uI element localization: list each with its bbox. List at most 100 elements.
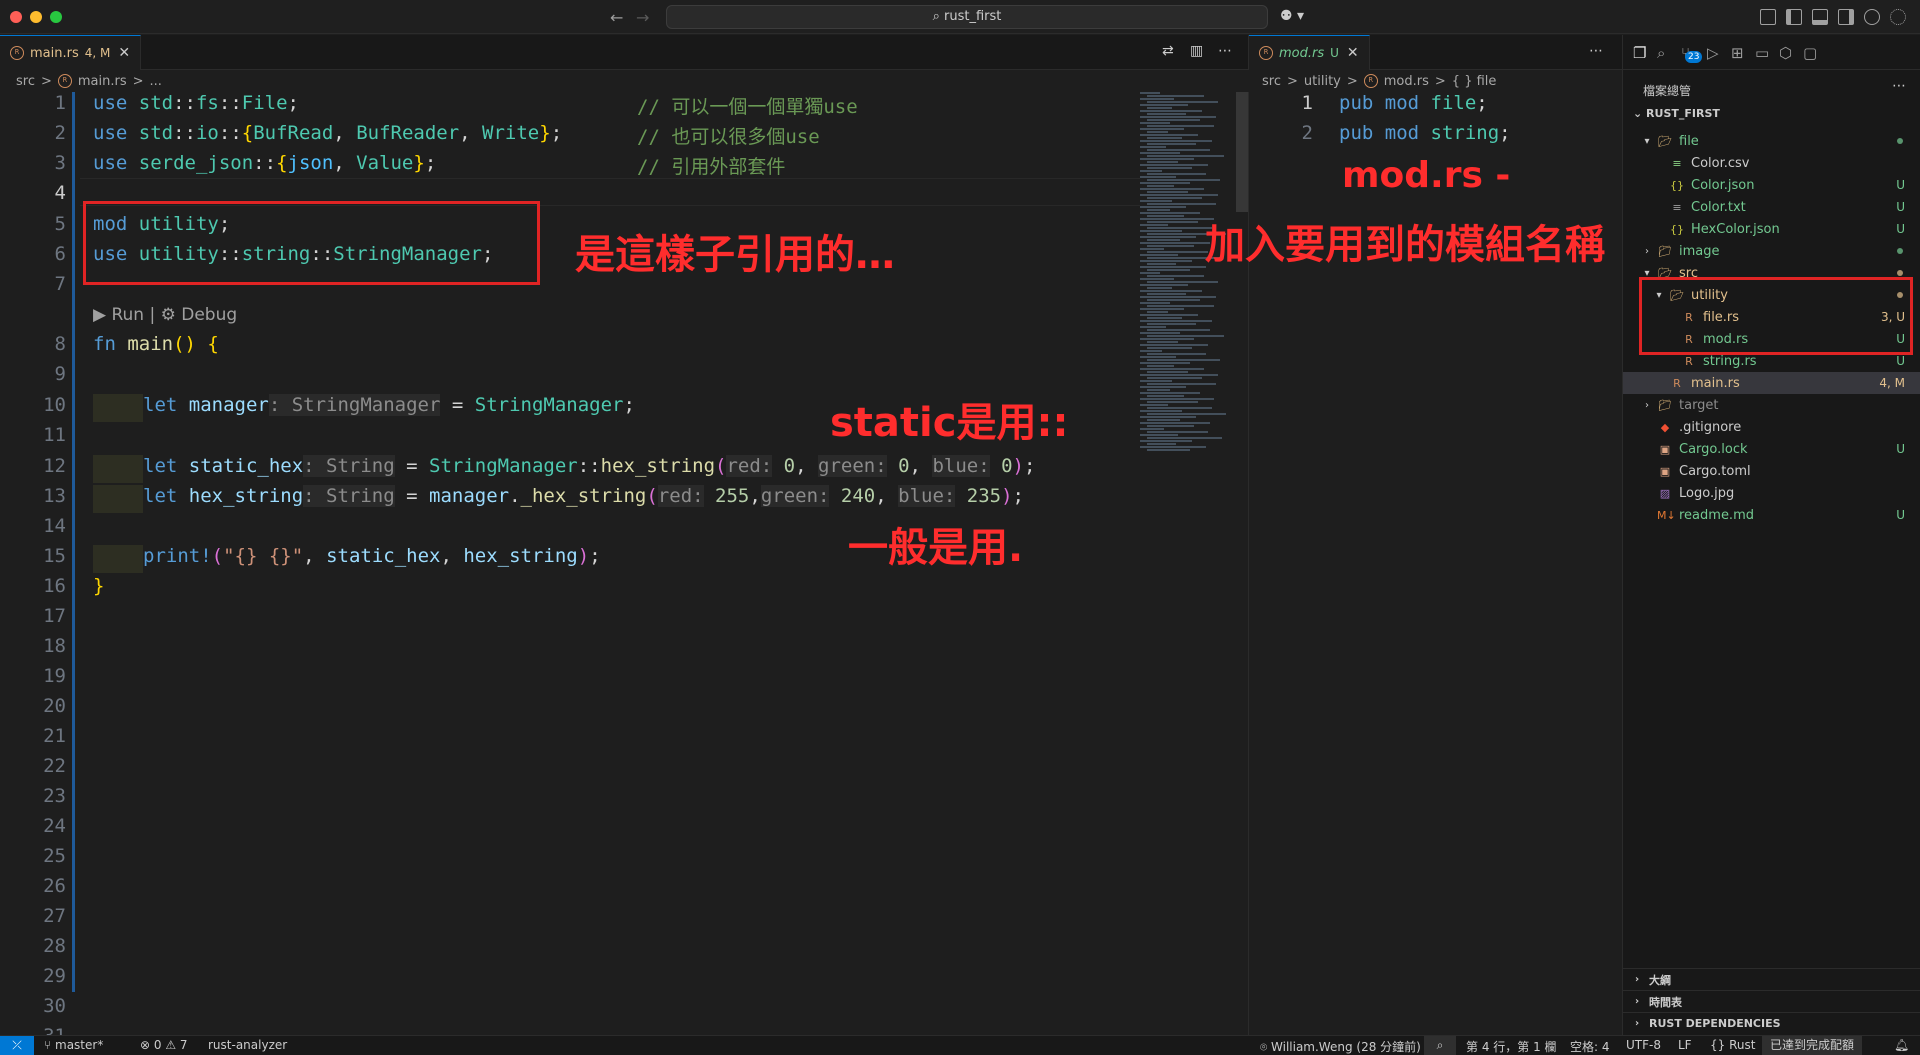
code-line-10: let manager: StringManager = StringManag… xyxy=(143,394,635,416)
minimap-line xyxy=(1140,440,1192,442)
minimap-line xyxy=(1140,164,1208,166)
file-item[interactable]: ▨ Logo.jpg xyxy=(1623,482,1920,504)
minimap-line xyxy=(1140,416,1196,418)
extensions-icon[interactable]: ⊞ xyxy=(1731,44,1744,62)
branch-indicator[interactable]: ⑂ master* xyxy=(44,1038,103,1052)
rust-file-icon: R xyxy=(10,46,24,60)
rust-file-icon: R xyxy=(57,74,72,88)
folder-item[interactable]: › 📁︎ image xyxy=(1623,240,1920,262)
arrow-left-icon[interactable]: ← xyxy=(610,8,623,27)
git-status-badge: U xyxy=(1896,178,1905,192)
breadcrumb-item[interactable]: utility xyxy=(1304,74,1341,89)
bell-icon[interactable]: 🔔︎ xyxy=(1894,1038,1909,1052)
window-minimize-button[interactable] xyxy=(30,11,42,23)
more-actions-icon[interactable]: ⋯ xyxy=(1218,43,1232,59)
containers-icon[interactable]: ⬡ xyxy=(1779,44,1792,62)
section-rust-dependencies[interactable]: › RUST DEPENDENCIES xyxy=(1623,1012,1920,1034)
git-modified-gutter xyxy=(72,92,75,992)
project-header[interactable]: ⌄ RUST_FIRST xyxy=(1633,107,1720,120)
end-of-line[interactable]: LF xyxy=(1678,1038,1692,1052)
minimap-line xyxy=(1147,413,1226,415)
zoom-icon[interactable]: ⌕ xyxy=(1424,1036,1456,1055)
close-icon[interactable]: ✕ xyxy=(1347,45,1359,61)
file-item[interactable]: ▣ Cargo.toml xyxy=(1623,460,1920,482)
minimap-line xyxy=(1147,179,1220,181)
breadcrumb-item[interactable]: mod.rs xyxy=(1384,74,1429,89)
minimap-line xyxy=(1140,338,1194,340)
rust-analyzer-status[interactable]: rust-analyzer xyxy=(208,1038,287,1052)
tree-item-label: readme.md xyxy=(1679,507,1754,523)
git-blame[interactable]: ⌾ William.Weng (28 分鐘前) xyxy=(1260,1038,1421,1055)
more-actions-icon[interactable]: ⋯ xyxy=(1892,78,1906,94)
section-outline[interactable]: › 大綱 xyxy=(1623,968,1920,990)
toggle-primary-sidebar-icon[interactable] xyxy=(1786,9,1802,25)
minimap-line xyxy=(1147,203,1216,205)
file-item[interactable]: ≡ Color.csv xyxy=(1623,152,1920,174)
compare-icon[interactable]: ⇄ xyxy=(1162,43,1174,59)
copilot-quota-status[interactable]: 已達到完成配額 xyxy=(1762,1036,1863,1055)
split-editor-icon[interactable]: ▥ xyxy=(1190,43,1203,59)
customize-layout-icon[interactable] xyxy=(1760,9,1776,25)
run-debug-icon[interactable]: ▷ xyxy=(1707,44,1719,62)
search-icon[interactable]: ⌕ xyxy=(1657,44,1665,62)
cursor-position[interactable]: 第 4 行，第 1 欄 xyxy=(1466,1038,1557,1055)
file-item[interactable]: ▣ Cargo.lock U xyxy=(1623,438,1920,460)
folder-item[interactable]: › 📁︎ target xyxy=(1623,394,1920,416)
tab-mod-rs[interactable]: R mod.rs U ✕ xyxy=(1249,35,1370,70)
minimap-line xyxy=(1140,332,1180,334)
git-status-badge: U xyxy=(1896,200,1905,214)
gear-icon[interactable] xyxy=(1890,9,1906,25)
minimap-line xyxy=(1140,188,1204,190)
tab-main-rs[interactable]: R main.rs 4, M ✕ xyxy=(0,35,142,70)
remote-explorer-icon[interactable]: ▭ xyxy=(1755,44,1769,62)
code-line-13: let hex_string: String = manager._hex_st… xyxy=(143,485,1024,507)
explorer-icon[interactable]: ❐ xyxy=(1633,44,1646,62)
indentation[interactable]: 空格: 4 xyxy=(1570,1038,1610,1055)
account-icon[interactable] xyxy=(1864,9,1880,25)
breadcrumb-item[interactable]: { } file xyxy=(1452,74,1497,89)
line-number: 9 xyxy=(54,363,66,385)
line-number: 14 xyxy=(43,515,66,537)
file-item[interactable]: Rmain.rs 4, M xyxy=(1623,372,1920,394)
remote-indicator-icon[interactable]: ⤫ xyxy=(0,1036,34,1055)
file-item[interactable]: ◆ .gitignore xyxy=(1623,416,1920,438)
breadcrumb-item[interactable]: ... xyxy=(150,74,162,89)
minimap-line xyxy=(1140,230,1182,232)
folder-icon: 📁︎ xyxy=(1658,398,1672,412)
rust-file-icon: R xyxy=(1259,46,1273,60)
file-item[interactable]: {} Color.json U xyxy=(1623,174,1920,196)
problems-indicator[interactable]: ⊗ 0 ⚠ 7 xyxy=(140,1038,188,1052)
chat-icon[interactable]: ▢ xyxy=(1803,44,1817,62)
folder-item[interactable]: ▾ 📂︎ file xyxy=(1623,130,1920,152)
chevron-right-icon: › xyxy=(1645,399,1649,411)
language-mode[interactable]: {} Rust xyxy=(1710,1038,1755,1052)
file-item[interactable]: M↓ readme.md U xyxy=(1623,504,1920,526)
minimap-line xyxy=(1140,176,1176,178)
section-timeline[interactable]: › 時間表 xyxy=(1623,990,1920,1012)
command-center-search[interactable]: ⌕ rust_first xyxy=(666,5,1268,29)
arrow-right-icon[interactable]: → xyxy=(636,8,649,27)
window-maximize-button[interactable] xyxy=(50,11,62,23)
breadcrumb-item[interactable]: src xyxy=(1262,74,1281,89)
more-actions-icon[interactable]: ⋯ xyxy=(1589,43,1603,59)
toggle-secondary-sidebar-icon[interactable] xyxy=(1838,9,1854,25)
window-close-button[interactable] xyxy=(10,11,22,23)
toggle-panel-icon[interactable] xyxy=(1812,9,1828,25)
encoding[interactable]: UTF-8 xyxy=(1626,1038,1661,1052)
file-item[interactable]: ≡ Color.txt U xyxy=(1623,196,1920,218)
copilot-icon[interactable]: ⚉ ▾ xyxy=(1280,8,1304,24)
chevron-right-icon: › xyxy=(1634,1018,1640,1029)
line-number: 28 xyxy=(43,935,66,957)
breadcrumb-item[interactable]: main.rs xyxy=(78,74,127,89)
run-debug-codelens[interactable]: ▶ Run | ⚙ Debug xyxy=(93,305,237,325)
file-item[interactable]: {} HexColor.json U xyxy=(1623,218,1920,240)
breadcrumb-item[interactable]: src xyxy=(16,74,35,89)
explorer-title: 檔案總管 xyxy=(1643,84,1692,98)
close-icon[interactable]: ✕ xyxy=(118,45,130,61)
minimap-line xyxy=(1140,266,1206,268)
scrollbar-thumb[interactable] xyxy=(1236,92,1248,212)
minimap-line xyxy=(1147,437,1222,439)
minimap[interactable] xyxy=(1140,92,1234,472)
minimap-line xyxy=(1147,323,1196,325)
minimap-line xyxy=(1140,212,1200,214)
